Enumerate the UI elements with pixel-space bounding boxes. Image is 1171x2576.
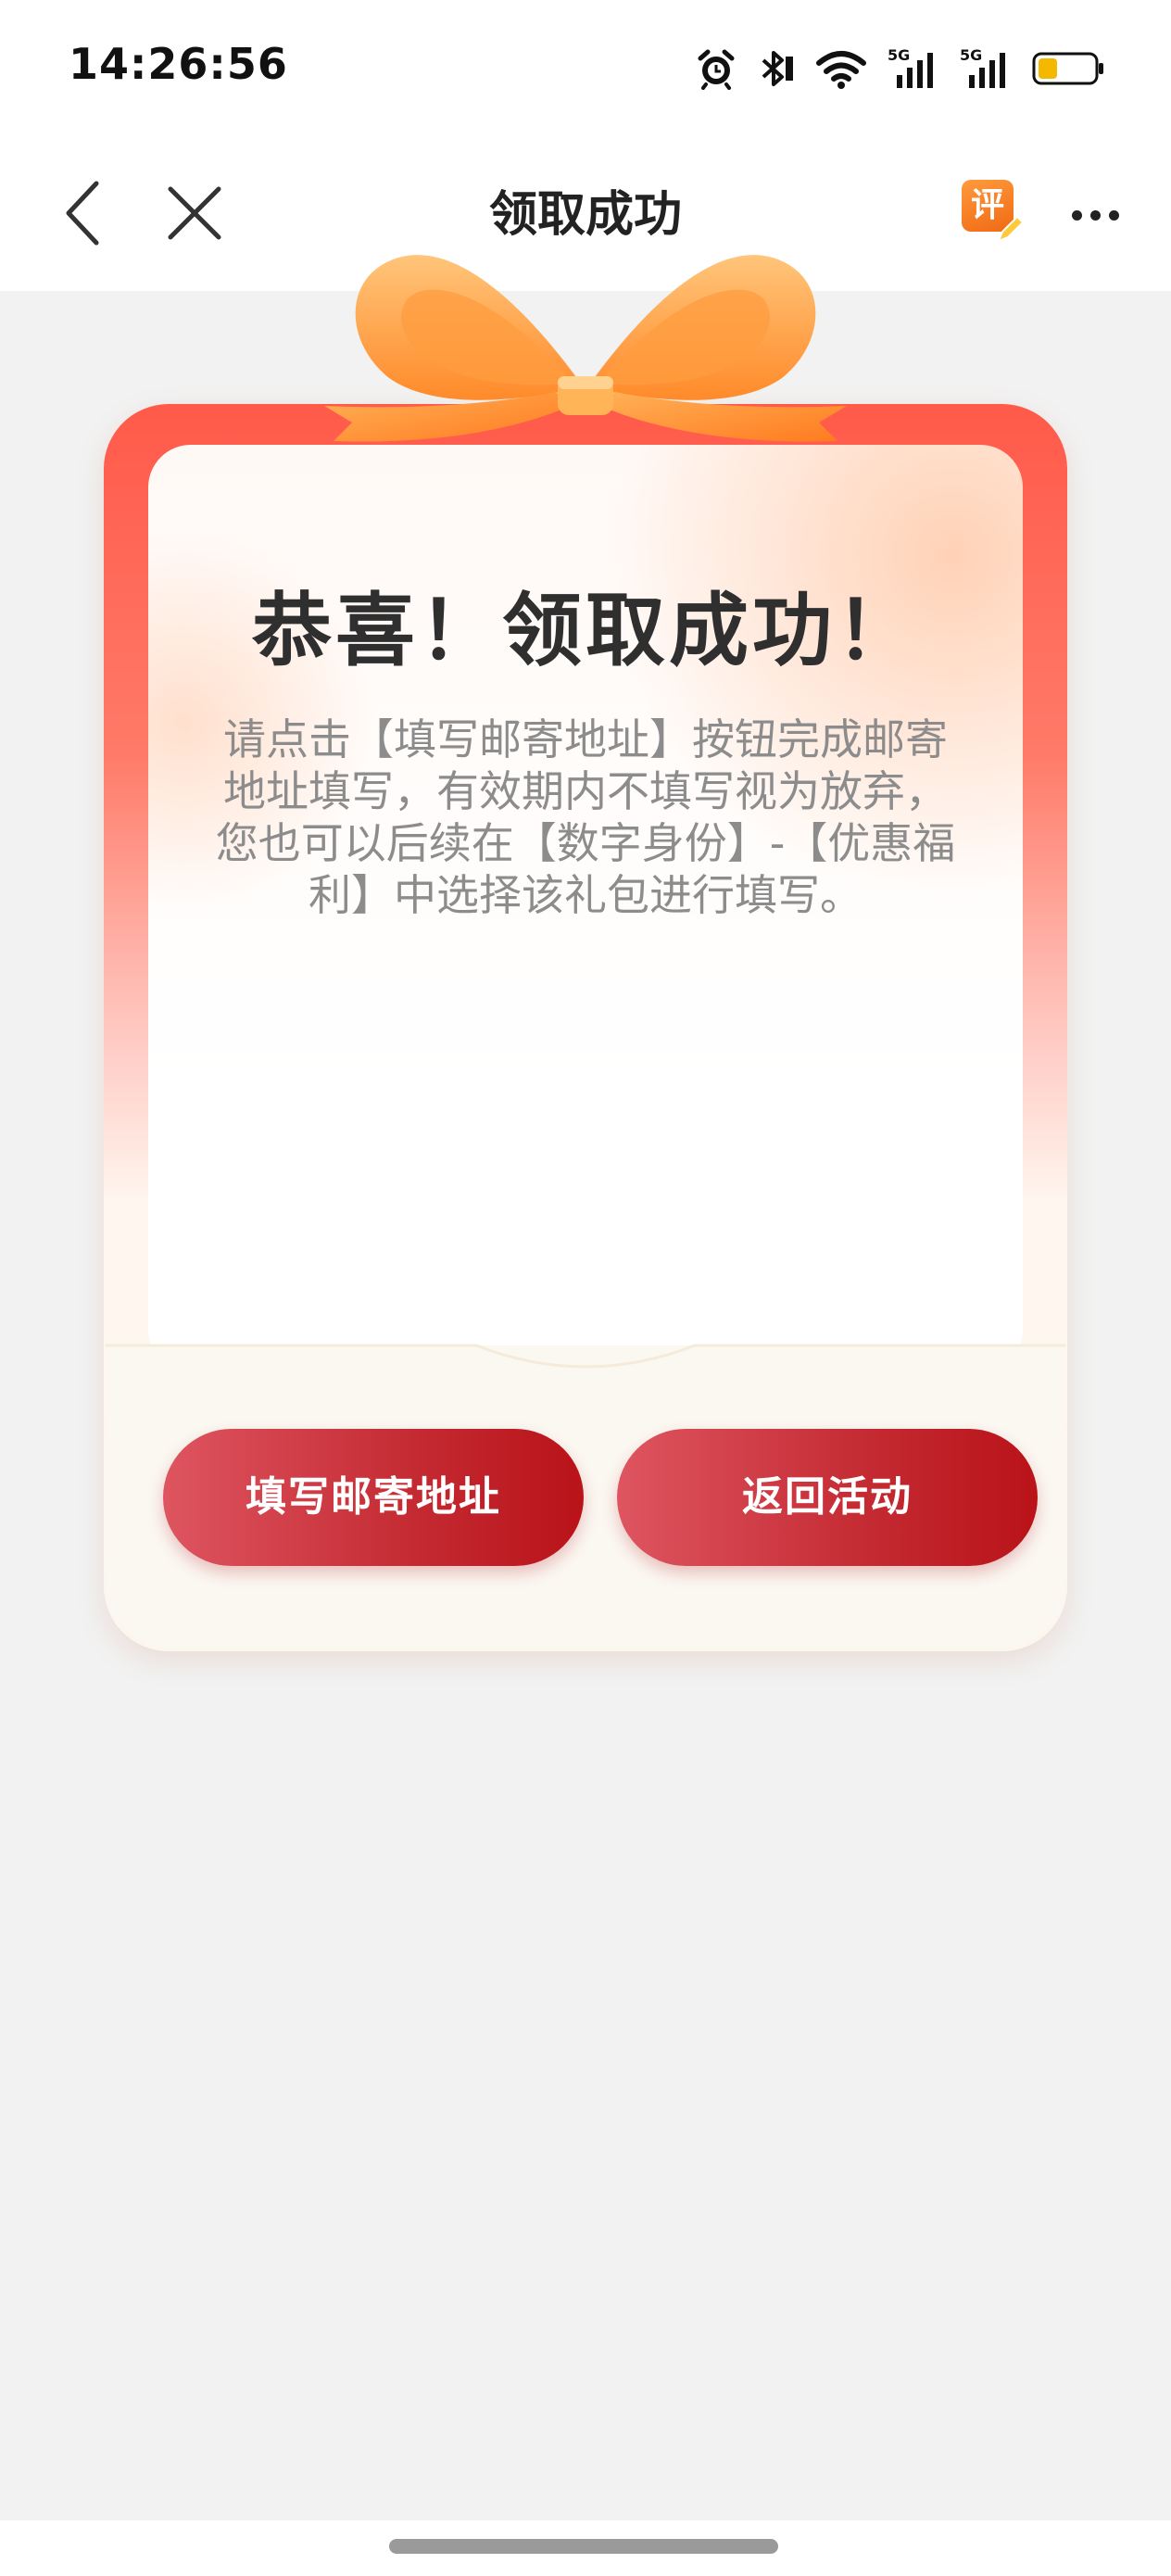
more-icon	[1071, 209, 1082, 221]
success-description: 请点击【填写邮寄地址】按钮完成邮寄地址填写，有效期内不填写视为放弃，您也可以后续…	[215, 714, 956, 920]
network-label: 5G	[888, 47, 910, 64]
signal-5g-icon: 5G	[888, 47, 939, 90]
fill-address-button[interactable]: 填写邮寄地址	[163, 1429, 584, 1566]
battery-icon	[1032, 50, 1106, 87]
success-title: 恭喜！领取成功！	[252, 585, 919, 677]
pencil-icon	[995, 215, 1025, 248]
more-button[interactable]	[1056, 176, 1134, 254]
home-bar-area	[0, 2520, 1171, 2576]
ribbon-bow-icon	[324, 255, 847, 442]
rate-button[interactable]: 评	[958, 176, 1025, 243]
return-activity-button[interactable]: 返回活动	[617, 1429, 1038, 1566]
bluetooth-icon	[758, 47, 795, 90]
status-bar: 14:26:56 5G 5G	[0, 0, 1171, 139]
wifi-icon	[815, 48, 867, 89]
status-time: 14:26:56	[69, 39, 288, 89]
home-indicator[interactable]	[389, 2539, 778, 2554]
signal-5g-icon: 5G	[960, 47, 1012, 90]
card-divider	[106, 1344, 1065, 1375]
network-label: 5G	[960, 47, 982, 64]
alarm-icon	[695, 47, 737, 90]
status-icons: 5G 5G	[695, 41, 1106, 96]
